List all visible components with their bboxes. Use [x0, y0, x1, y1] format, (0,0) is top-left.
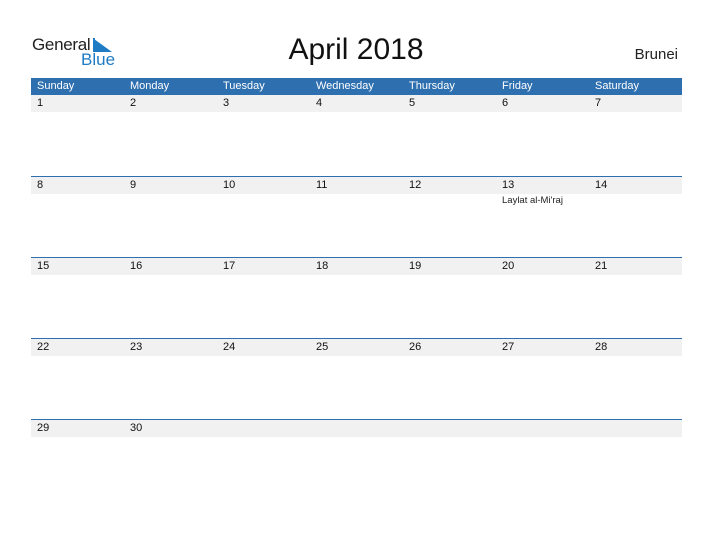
day-number [589, 420, 682, 437]
event-band: Laylat al-Mi'raj [31, 194, 682, 206]
weekday-wednesday: Wednesday [316, 80, 374, 92]
day-number: 18 [316, 260, 329, 272]
day-event [124, 195, 217, 206]
day-event [589, 195, 682, 206]
page-title: April 2018 [288, 33, 424, 66]
date-band: 8 9 10 11 12 13 14 [31, 177, 682, 194]
day-event [310, 195, 403, 206]
day-number: 5 [409, 97, 416, 109]
week-row: 22 23 24 25 26 27 28 [31, 338, 682, 419]
day-event: Laylat al-Mi'raj [502, 195, 563, 206]
day-number: 7 [595, 97, 602, 109]
week-row: 8 9 10 11 12 13 14 Laylat al-Mi'raj [31, 176, 682, 257]
day-number: 2 [130, 97, 137, 109]
day-number: 19 [409, 260, 422, 272]
weekday-friday: Friday [502, 80, 533, 92]
weeks-container: 1 2 3 4 5 6 7 8 9 10 11 12 13 14 Laylat al-Mi'raj 15 16 1… [31, 95, 682, 500]
event-band [31, 437, 682, 438]
day-number: 21 [595, 260, 608, 272]
day-number: 26 [409, 341, 422, 353]
weekday-tuesday: Tuesday [223, 80, 265, 92]
day-number: 28 [595, 341, 608, 353]
day-number: 11 [316, 179, 328, 191]
day-number: 17 [223, 260, 236, 272]
day-number [310, 420, 403, 437]
day-number: 25 [316, 341, 329, 353]
day-number [403, 420, 496, 437]
date-band: 1 2 3 4 5 6 7 [31, 95, 682, 112]
day-number: 24 [223, 341, 236, 353]
weekday-sunday: Sunday [37, 80, 75, 92]
day-number: 27 [502, 341, 515, 353]
day-number: 15 [37, 260, 50, 272]
date-band: 15 16 17 18 19 20 21 [31, 258, 682, 275]
weekday-thursday: Thursday [409, 80, 455, 92]
day-number: 30 [130, 422, 143, 434]
day-number: 6 [502, 97, 509, 109]
week-row: 15 16 17 18 19 20 21 [31, 257, 682, 338]
day-number: 29 [37, 422, 50, 434]
day-number [496, 420, 589, 437]
date-band: 29 30 [31, 420, 682, 437]
day-event [217, 195, 310, 206]
week-row: 29 30 [31, 419, 682, 500]
day-number: 14 [595, 179, 608, 191]
week-row: 1 2 3 4 5 6 7 [31, 95, 682, 176]
day-number: 10 [223, 179, 236, 191]
calendar-grid: Sunday Monday Tuesday Wednesday Thursday… [31, 78, 682, 500]
event-band [31, 112, 682, 113]
day-number [217, 420, 310, 437]
day-number: 8 [37, 179, 44, 191]
day-number: 1 [37, 97, 44, 109]
day-number: 4 [316, 97, 323, 109]
date-band: 22 23 24 25 26 27 28 [31, 339, 682, 356]
weekday-saturday: Saturday [595, 80, 640, 92]
day-number: 22 [37, 341, 50, 353]
day-number: 23 [130, 341, 143, 353]
weekday-monday: Monday [130, 80, 170, 92]
weekday-header: Sunday Monday Tuesday Wednesday Thursday… [31, 78, 682, 95]
day-number: 3 [223, 97, 230, 109]
day-number: 20 [502, 260, 515, 272]
country-label: Brunei [634, 46, 678, 63]
day-number: 16 [130, 260, 143, 272]
day-number: 13 [502, 179, 515, 191]
day-number: 9 [130, 179, 137, 191]
day-event [31, 195, 124, 206]
day-event [403, 195, 496, 206]
day-number: 12 [409, 179, 422, 191]
event-band [31, 356, 682, 357]
event-band [31, 275, 682, 276]
